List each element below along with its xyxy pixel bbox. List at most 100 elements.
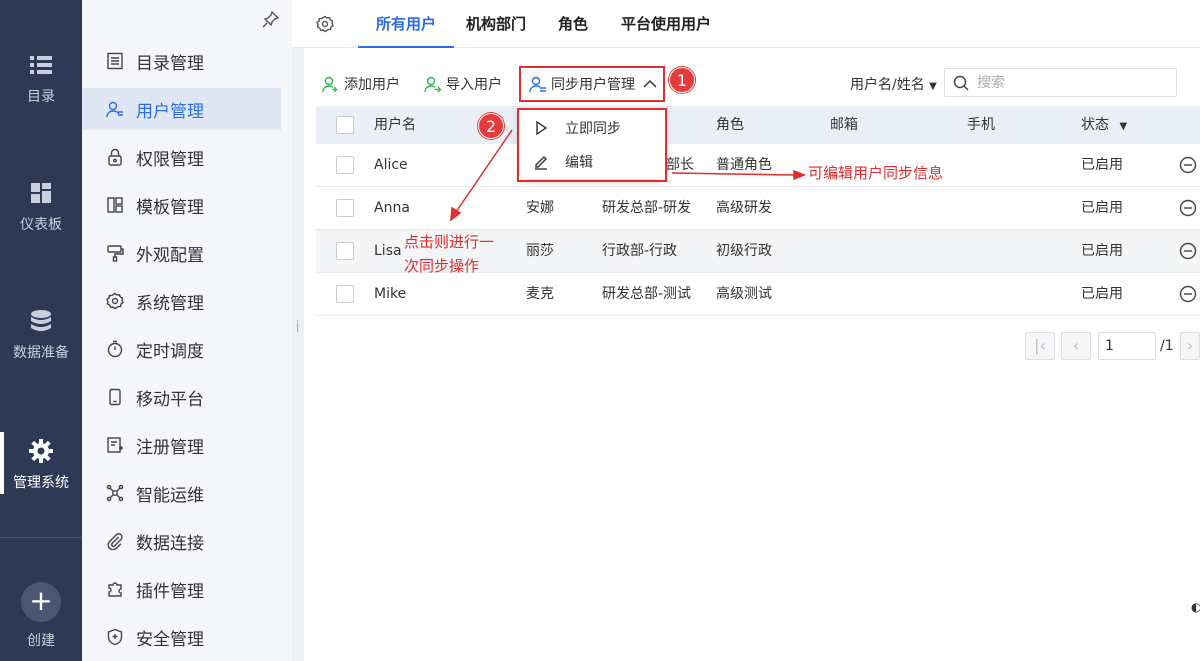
cell-role: 普通角色 (716, 157, 772, 173)
cell-username: Lisa (374, 243, 402, 259)
rail-item-data-prep[interactable]: 数据准备 (0, 308, 82, 362)
menu-item-ops[interactable]: 智能运维 (82, 472, 281, 514)
list-icon (30, 56, 52, 74)
menu-item-schedule[interactable]: 定时调度 (82, 328, 281, 370)
import-user-icon (424, 76, 442, 93)
menu-label: 智能运维 (136, 485, 204, 506)
cell-dept: 部长 (666, 157, 694, 173)
add-user-label: 添加用户 (344, 77, 400, 93)
rail-item-catalog[interactable]: 目录 (0, 52, 82, 106)
select-all-checkbox[interactable] (336, 116, 354, 134)
cell-name: 麦克 (526, 286, 554, 302)
annotation-note-sync-line2: 次同步操作 (404, 257, 480, 275)
table-row[interactable]: Alice 部长 普通角色 已启用 (316, 144, 1200, 187)
network-icon (106, 484, 124, 502)
menu-item-mobile[interactable]: 移动平台 (82, 376, 281, 418)
menu-label: 插件管理 (136, 581, 204, 602)
cell-name: 丽莎 (526, 243, 554, 259)
rail-item-dashboard[interactable]: 仪表板 (0, 180, 82, 234)
menu-item-template[interactable]: 模板管理 (82, 184, 281, 226)
settings-gear-icon[interactable] (316, 15, 334, 33)
dashboard-icon (31, 183, 51, 203)
menu-label: 定时调度 (136, 341, 204, 362)
page-number-input[interactable] (1098, 332, 1156, 360)
menu-label: 用户管理 (136, 101, 204, 122)
rail-item-create[interactable]: + 创建 (0, 582, 82, 650)
admin-menu: 目录管理 用户管理 权限管理 模板管理 外观配置 系统管理 定时调度 移动平台 … (82, 0, 292, 661)
annotation-box-sync-button (519, 66, 665, 102)
row-checkbox[interactable] (336, 156, 354, 174)
menu-label: 移动平台 (136, 389, 204, 410)
menu-item-register[interactable]: 注册管理 (82, 424, 281, 466)
row-checkbox[interactable] (336, 285, 354, 303)
col-role: 角色 (716, 117, 744, 133)
rail-label: 数据准备 (13, 345, 69, 361)
pin-icon[interactable] (262, 10, 280, 28)
nav-rail: 目录 仪表板 数据准备 管理系统 + 创建 (0, 0, 82, 661)
cell-username: Mike (374, 286, 407, 302)
prev-page-button[interactable]: ‹ (1061, 332, 1091, 360)
menu-item-security[interactable]: 安全管理 (82, 616, 281, 658)
menu-item-user-manage[interactable]: 用户管理 (82, 88, 281, 130)
tab-all-users[interactable]: 所有用户 (357, 0, 455, 48)
add-user-button[interactable]: 添加用户 (322, 74, 400, 94)
cell-dept: 研发总部-测试 (602, 286, 692, 302)
chevron-right-icon: › (1186, 336, 1194, 355)
tab-platform-users[interactable]: 平台使用用户 (621, 0, 711, 48)
tab-departments[interactable]: 机构部门 (466, 0, 526, 48)
rail-item-admin[interactable]: 管理系统 (0, 432, 82, 494)
table-row[interactable]: Mike 麦克 研发总部-测试 高级测试 已启用 (316, 273, 1200, 316)
row-checkbox[interactable] (336, 199, 354, 217)
col-email: 邮箱 (830, 117, 858, 133)
partial-edge-icon: ◐ (1191, 600, 1200, 614)
cell-username: Anna (374, 200, 410, 216)
remove-circle-icon[interactable] (1179, 285, 1197, 303)
cell-username: Alice (374, 157, 408, 173)
import-user-label: 导入用户 (446, 77, 502, 93)
menu-item-catalog[interactable]: 目录管理 (82, 40, 281, 82)
search-input[interactable] (977, 72, 1167, 94)
add-user-icon (322, 76, 338, 93)
cell-status: 已启用 (1081, 243, 1123, 259)
menu-item-data-connection[interactable]: 数据连接 (82, 520, 281, 562)
menu-label: 模板管理 (136, 197, 204, 218)
template-icon (107, 197, 123, 213)
menu-label: 目录管理 (136, 53, 204, 74)
page-total: /1 (1160, 338, 1174, 354)
chevron-left-icon: ‹ (1072, 336, 1080, 355)
table-row[interactable]: Anna 安娜 研发总部-研发 高级研发 已启用 (316, 187, 1200, 230)
catalog-icon (107, 52, 123, 70)
search-type-select[interactable]: 用户名/姓名 ▼ (850, 74, 937, 94)
cell-dept: 研发总部-研发 (602, 200, 692, 216)
cell-status: 已启用 (1081, 286, 1123, 302)
col-status-label: 状态 (1081, 117, 1109, 133)
rail-label: 管理系统 (13, 475, 69, 491)
table-header: 用户名 角色 邮箱 手机 状态 ▼ (316, 106, 1200, 144)
lock-icon (108, 148, 122, 166)
cell-status: 已启用 (1081, 157, 1123, 173)
menu-label: 安全管理 (136, 629, 204, 650)
user-panel: 添加用户 导入用户 同步用户管理 用户名/姓名 ▼ 用户名 角色 邮箱 手机 (304, 48, 1200, 661)
remove-circle-icon[interactable] (1179, 156, 1197, 174)
col-phone: 手机 (967, 117, 995, 133)
remove-circle-icon[interactable] (1179, 199, 1197, 217)
search-icon (953, 75, 969, 91)
row-checkbox[interactable] (336, 242, 354, 260)
cell-role: 高级研发 (716, 200, 772, 216)
col-status[interactable]: 状态 ▼ (1081, 106, 1127, 146)
menu-item-appearance[interactable]: 外观配置 (82, 232, 281, 274)
menu-item-permission[interactable]: 权限管理 (82, 136, 281, 178)
menu-label: 系统管理 (136, 293, 204, 314)
search-box (944, 68, 1177, 97)
menu-item-system[interactable]: 系统管理 (82, 280, 281, 322)
rail-label: 创建 (27, 633, 55, 649)
import-user-button[interactable]: 导入用户 (424, 74, 502, 94)
rail-label: 仪表板 (20, 217, 62, 233)
menu-item-plugins[interactable]: 插件管理 (82, 568, 281, 610)
caret-down-icon: ▼ (929, 81, 937, 92)
remove-circle-icon[interactable] (1179, 242, 1197, 260)
next-page-button[interactable]: › (1180, 332, 1200, 360)
mobile-icon (109, 388, 121, 406)
tab-roles[interactable]: 角色 (558, 0, 588, 48)
first-page-button[interactable]: |‹ (1025, 332, 1055, 360)
